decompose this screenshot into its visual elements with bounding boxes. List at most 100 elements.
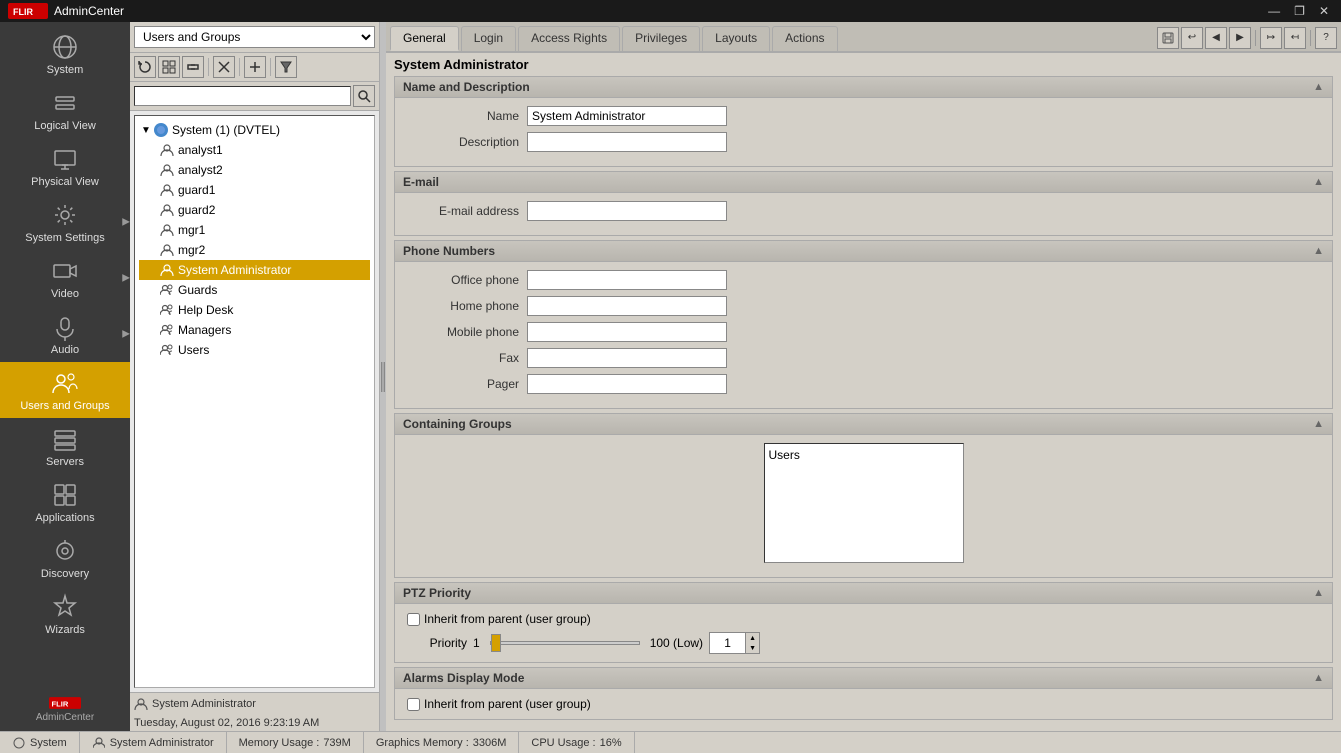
input-office-phone[interactable]: [527, 270, 727, 290]
tree-item-analyst1[interactable]: analyst1: [139, 140, 370, 160]
collapse-all-button[interactable]: ↤: [1284, 27, 1306, 49]
collapse-tree-button[interactable]: [182, 56, 204, 78]
section-collapse-name[interactable]: ▲: [1313, 81, 1324, 93]
view-dropdown[interactable]: Users and GroupsCamerasServers: [134, 26, 375, 48]
tree-item-guard2[interactable]: guard2: [139, 200, 370, 220]
section-collapse-phone[interactable]: ▲: [1313, 245, 1324, 257]
user-icon-system-admin: [159, 262, 175, 278]
tree-item-analyst2[interactable]: analyst2: [139, 160, 370, 180]
titlebar-controls[interactable]: — ❐ ✕: [1264, 4, 1333, 18]
delete-button[interactable]: [213, 56, 235, 78]
next-button[interactable]: ▶: [1229, 27, 1251, 49]
status-system-label: System: [30, 737, 67, 749]
prev-button[interactable]: ◀: [1205, 27, 1227, 49]
label-email: E-mail address: [407, 204, 527, 218]
group-list-item-users[interactable]: Users: [769, 448, 959, 462]
tree-label-guards: Guards: [178, 283, 217, 297]
user-icon-guard2: [159, 202, 175, 218]
priority-slider-container: [490, 641, 640, 645]
sidebar-item-applications[interactable]: Applications: [0, 474, 130, 530]
tab-access-rights[interactable]: Access Rights: [518, 26, 620, 51]
section-header-alarms: Alarms Display Mode ▲: [395, 668, 1332, 689]
tree-label-guard2: guard2: [178, 203, 215, 217]
tree-label-guard1: guard1: [178, 183, 215, 197]
add-button[interactable]: [244, 56, 266, 78]
titlebar-left: FLIR AdminCenter: [8, 3, 124, 19]
tree-item-guard1[interactable]: guard1: [139, 180, 370, 200]
left-panel-user-label: System Administrator: [152, 698, 256, 710]
search-button[interactable]: [353, 85, 375, 107]
sidebar-item-physical-view[interactable]: Physical View: [0, 138, 130, 194]
tree-toggle-root[interactable]: ▼: [139, 125, 153, 136]
tree-item-users[interactable]: Users: [139, 340, 370, 360]
input-email[interactable]: [527, 201, 727, 221]
refresh-button[interactable]: [134, 56, 156, 78]
input-description[interactable]: [527, 132, 727, 152]
priority-slider[interactable]: [490, 641, 640, 645]
tab-layouts[interactable]: Layouts: [702, 26, 770, 51]
sidebar-item-video[interactable]: Video ▶: [0, 250, 130, 306]
priority-input[interactable]: [710, 633, 745, 653]
input-pager[interactable]: [527, 374, 727, 394]
tree-item-managers[interactable]: Managers: [139, 320, 370, 340]
titlebar: FLIR AdminCenter — ❐ ✕: [0, 0, 1341, 22]
ptz-inherit-label[interactable]: Inherit from parent (user group): [407, 612, 591, 626]
left-panel-date: Tuesday, August 02, 2016 9:23:19 AM: [130, 715, 379, 731]
sidebar-item-audio[interactable]: Audio ▶: [0, 306, 130, 362]
ptz-inherit-checkbox[interactable]: [407, 613, 420, 626]
tree-item-system-admin[interactable]: System Administrator: [139, 260, 370, 280]
maximize-button[interactable]: ❐: [1290, 4, 1309, 18]
sidebar-item-logical-view[interactable]: Logical View: [0, 82, 130, 138]
tree-item-mgr2[interactable]: mgr2: [139, 240, 370, 260]
section-collapse-ptz[interactable]: ▲: [1313, 587, 1324, 599]
tree-label-users: Users: [178, 343, 209, 357]
tab-actions[interactable]: Actions: [772, 26, 837, 51]
section-collapse-groups[interactable]: ▲: [1313, 418, 1324, 430]
tab-privileges[interactable]: Privileges: [622, 26, 700, 51]
sidebar-arrow-video: ▶: [122, 273, 130, 284]
tree-item-mgr1[interactable]: mgr1: [139, 220, 370, 240]
status-cpu-label: CPU Usage :: [531, 737, 595, 749]
tree-area[interactable]: ▼ System (1) (DVTEL) analyst1: [134, 115, 375, 688]
save-file-button[interactable]: [1157, 27, 1179, 49]
sidebar-item-system[interactable]: System: [0, 26, 130, 82]
tree-label-mgr2: mgr2: [178, 243, 205, 257]
search-input[interactable]: [134, 86, 351, 106]
section-alarms: Alarms Display Mode ▲ Inherit from paren…: [394, 667, 1333, 720]
input-mobile-phone[interactable]: [527, 322, 727, 342]
tree-item-guards[interactable]: Guards: [139, 280, 370, 300]
input-name[interactable]: [527, 106, 727, 126]
sidebar-item-wizards[interactable]: Wizards: [0, 586, 130, 642]
tree-item-helpdesk[interactable]: Help Desk: [139, 300, 370, 320]
close-button[interactable]: ✕: [1315, 4, 1333, 18]
section-collapse-alarms[interactable]: ▲: [1313, 672, 1324, 684]
sidebar-item-system-settings[interactable]: System Settings ▶: [0, 194, 130, 250]
section-collapse-email[interactable]: ▲: [1313, 176, 1324, 188]
priority-label: Priority: [407, 636, 467, 650]
alarms-inherit-checkbox[interactable]: [407, 698, 420, 711]
status-user-label: System Administrator: [110, 737, 214, 749]
tab-general[interactable]: General: [390, 26, 459, 51]
filter-button[interactable]: [275, 56, 297, 78]
tree-item-root[interactable]: ▼ System (1) (DVTEL): [139, 120, 370, 140]
tab-login[interactable]: Login: [461, 26, 516, 51]
sidebar-item-discovery[interactable]: Discovery: [0, 530, 130, 586]
globe-icon: [47, 32, 83, 62]
spin-down-button[interactable]: ▼: [745, 643, 759, 653]
help-button[interactable]: ?: [1315, 27, 1337, 49]
sidebar-item-servers[interactable]: Servers: [0, 418, 130, 474]
input-fax[interactable]: [527, 348, 727, 368]
spin-up-button[interactable]: ▲: [745, 633, 759, 643]
minimize-button[interactable]: —: [1264, 4, 1284, 18]
left-panel: Users and GroupsCamerasServers: [130, 22, 380, 731]
back-button[interactable]: ↩: [1181, 27, 1203, 49]
alarms-inherit-label[interactable]: Inherit from parent (user group): [407, 697, 591, 711]
form-row-pager: Pager: [407, 374, 1320, 394]
input-home-phone[interactable]: [527, 296, 727, 316]
expand-all-button[interactable]: ↦: [1260, 27, 1282, 49]
alarms-inherit-row: Inherit from parent (user group): [407, 697, 1320, 711]
groups-list[interactable]: Users: [764, 443, 964, 563]
section-title-groups: Containing Groups: [403, 417, 512, 431]
expand-tree-button[interactable]: [158, 56, 180, 78]
sidebar-item-users-groups[interactable]: Users and Groups: [0, 362, 130, 418]
